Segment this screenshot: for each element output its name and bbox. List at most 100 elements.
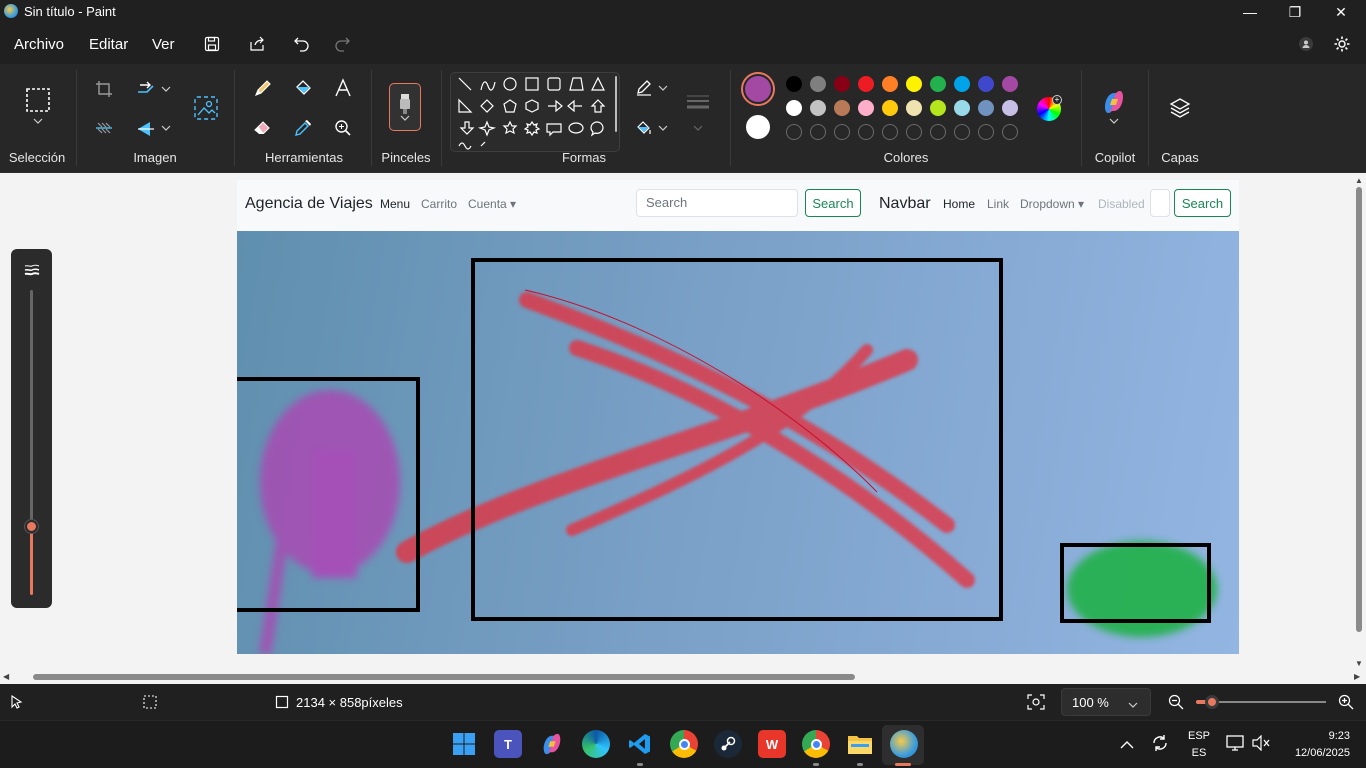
undo-icon[interactable]	[290, 32, 314, 56]
horizontal-scroll-thumb[interactable]	[33, 674, 855, 680]
color-swatch[interactable]	[810, 100, 826, 116]
color-swatch[interactable]	[954, 100, 970, 116]
chrome-profile-icon[interactable]	[802, 730, 830, 758]
account-icon[interactable]	[1294, 32, 1318, 56]
color-swatch[interactable]	[978, 100, 994, 116]
chevron-down-icon[interactable]	[1100, 112, 1128, 130]
vertical-scroll-thumb[interactable]	[1356, 187, 1362, 632]
color-swatch[interactable]	[1002, 100, 1018, 116]
skew-icon[interactable]	[90, 114, 118, 142]
drawing-canvas[interactable]: Agencia de Viajes Menu Carrito Cuenta ▾ …	[237, 180, 1239, 654]
wps-office-icon[interactable]: W	[758, 730, 786, 758]
clock-date[interactable]: 12/06/2025	[1276, 747, 1350, 759]
custom-color-slot[interactable]	[810, 124, 826, 140]
windows-start-icon[interactable]	[450, 730, 478, 758]
pencil-icon[interactable]	[249, 74, 277, 102]
color-swatch[interactable]	[978, 76, 994, 92]
settings-gear-icon[interactable]	[1330, 32, 1354, 56]
scroll-up-arrow-icon[interactable]: ▲	[1355, 176, 1363, 185]
redo-icon[interactable]	[330, 32, 354, 56]
color-swatch[interactable]	[930, 76, 946, 92]
fill-bucket-icon[interactable]	[289, 74, 317, 102]
active-color-2[interactable]	[746, 115, 770, 139]
color-swatch[interactable]	[906, 100, 922, 116]
image-background-icon[interactable]	[192, 94, 220, 122]
color-swatch[interactable]	[858, 76, 874, 92]
menu-archivo[interactable]: Archivo	[14, 36, 64, 53]
custom-color-slot[interactable]	[786, 124, 802, 140]
color-swatch[interactable]	[930, 100, 946, 116]
save-icon[interactable]	[200, 32, 224, 56]
chrome-icon[interactable]	[670, 730, 698, 758]
language-indicator-bottom[interactable]: ES	[1188, 747, 1210, 759]
scroll-left-arrow-icon[interactable]: ◀	[3, 672, 9, 681]
sync-icon[interactable]	[1150, 733, 1170, 758]
crop-icon[interactable]	[90, 75, 118, 103]
chevron-down-icon[interactable]	[684, 114, 712, 142]
restore-button[interactable]: ❐	[1272, 0, 1318, 24]
custom-color-slot[interactable]	[906, 124, 922, 140]
custom-color-slot[interactable]	[834, 124, 850, 140]
active-color-1[interactable]	[741, 72, 775, 106]
slider-thumb[interactable]	[25, 520, 38, 533]
text-tool-icon[interactable]	[329, 74, 357, 102]
chevron-down-icon[interactable]	[652, 74, 674, 102]
horizontal-scrollbar[interactable]: ◀ ▶	[0, 670, 1366, 684]
shapes-gallery-icons[interactable]	[451, 73, 620, 152]
steam-icon[interactable]	[714, 730, 742, 758]
select-rectangle-icon[interactable]	[24, 86, 52, 114]
color-swatch[interactable]	[834, 100, 850, 116]
chevron-down-icon[interactable]	[154, 75, 178, 103]
color-swatch[interactable]	[882, 100, 898, 116]
color-swatch[interactable]	[858, 100, 874, 116]
zoom-out-icon[interactable]	[1168, 694, 1184, 715]
system-tray-chevron-up-icon[interactable]	[1120, 737, 1134, 755]
brush-selector-button[interactable]	[389, 83, 421, 131]
edit-colors-wheel-icon[interactable]: +	[1037, 95, 1062, 121]
custom-color-slot[interactable]	[930, 124, 946, 140]
menu-ver[interactable]: Ver	[152, 36, 175, 53]
custom-color-slot[interactable]	[1002, 124, 1018, 140]
shapes-scrollbar[interactable]	[615, 76, 617, 132]
teams-icon[interactable]: T	[494, 730, 522, 758]
color-swatch[interactable]	[882, 76, 898, 92]
close-button[interactable]: ✕	[1318, 0, 1364, 24]
color-swatch[interactable]	[810, 76, 826, 92]
color-swatch[interactable]	[786, 76, 802, 92]
edge-browser-icon[interactable]	[582, 730, 610, 758]
color-swatch[interactable]	[906, 76, 922, 92]
minimize-button[interactable]: —	[1227, 0, 1273, 24]
custom-color-slot[interactable]	[882, 124, 898, 140]
custom-color-slot[interactable]	[978, 124, 994, 140]
magnifier-icon[interactable]	[329, 114, 357, 142]
color-picker-icon[interactable]	[289, 114, 317, 142]
share-icon[interactable]	[245, 32, 269, 56]
brush-size-slider[interactable]	[11, 249, 52, 608]
zoom-select[interactable]: 100 %	[1061, 688, 1151, 716]
chevron-down-icon[interactable]	[154, 114, 178, 142]
stroke-size-icon[interactable]	[683, 88, 713, 116]
file-explorer-icon[interactable]	[846, 730, 874, 758]
chevron-down-icon[interactable]	[652, 114, 674, 142]
color-swatch[interactable]	[1002, 76, 1018, 92]
vertical-scrollbar[interactable]: ▲ ▼	[1352, 173, 1366, 670]
eraser-icon[interactable]	[249, 114, 277, 142]
fit-to-window-icon[interactable]	[1027, 694, 1045, 715]
layers-icon[interactable]	[1166, 94, 1194, 122]
chevron-down-icon[interactable]	[24, 112, 52, 130]
zoom-slider-thumb[interactable]	[1204, 695, 1219, 709]
color-swatch[interactable]	[834, 76, 850, 92]
display-icon[interactable]	[1226, 735, 1244, 756]
paint-taskbar-icon[interactable]	[890, 730, 918, 758]
menu-editar[interactable]: Editar	[89, 36, 128, 53]
color-swatch[interactable]	[786, 100, 802, 116]
custom-color-slot[interactable]	[954, 124, 970, 140]
vscode-icon[interactable]	[626, 730, 654, 758]
clock-time[interactable]: 9:23	[1290, 730, 1350, 742]
scroll-down-arrow-icon[interactable]: ▼	[1355, 659, 1363, 668]
scroll-right-arrow-icon[interactable]: ▶	[1354, 672, 1360, 681]
zoom-in-icon[interactable]	[1338, 694, 1354, 715]
volume-muted-icon[interactable]	[1252, 734, 1270, 756]
language-indicator-top[interactable]: ESP	[1188, 730, 1210, 742]
color-swatch[interactable]	[954, 76, 970, 92]
